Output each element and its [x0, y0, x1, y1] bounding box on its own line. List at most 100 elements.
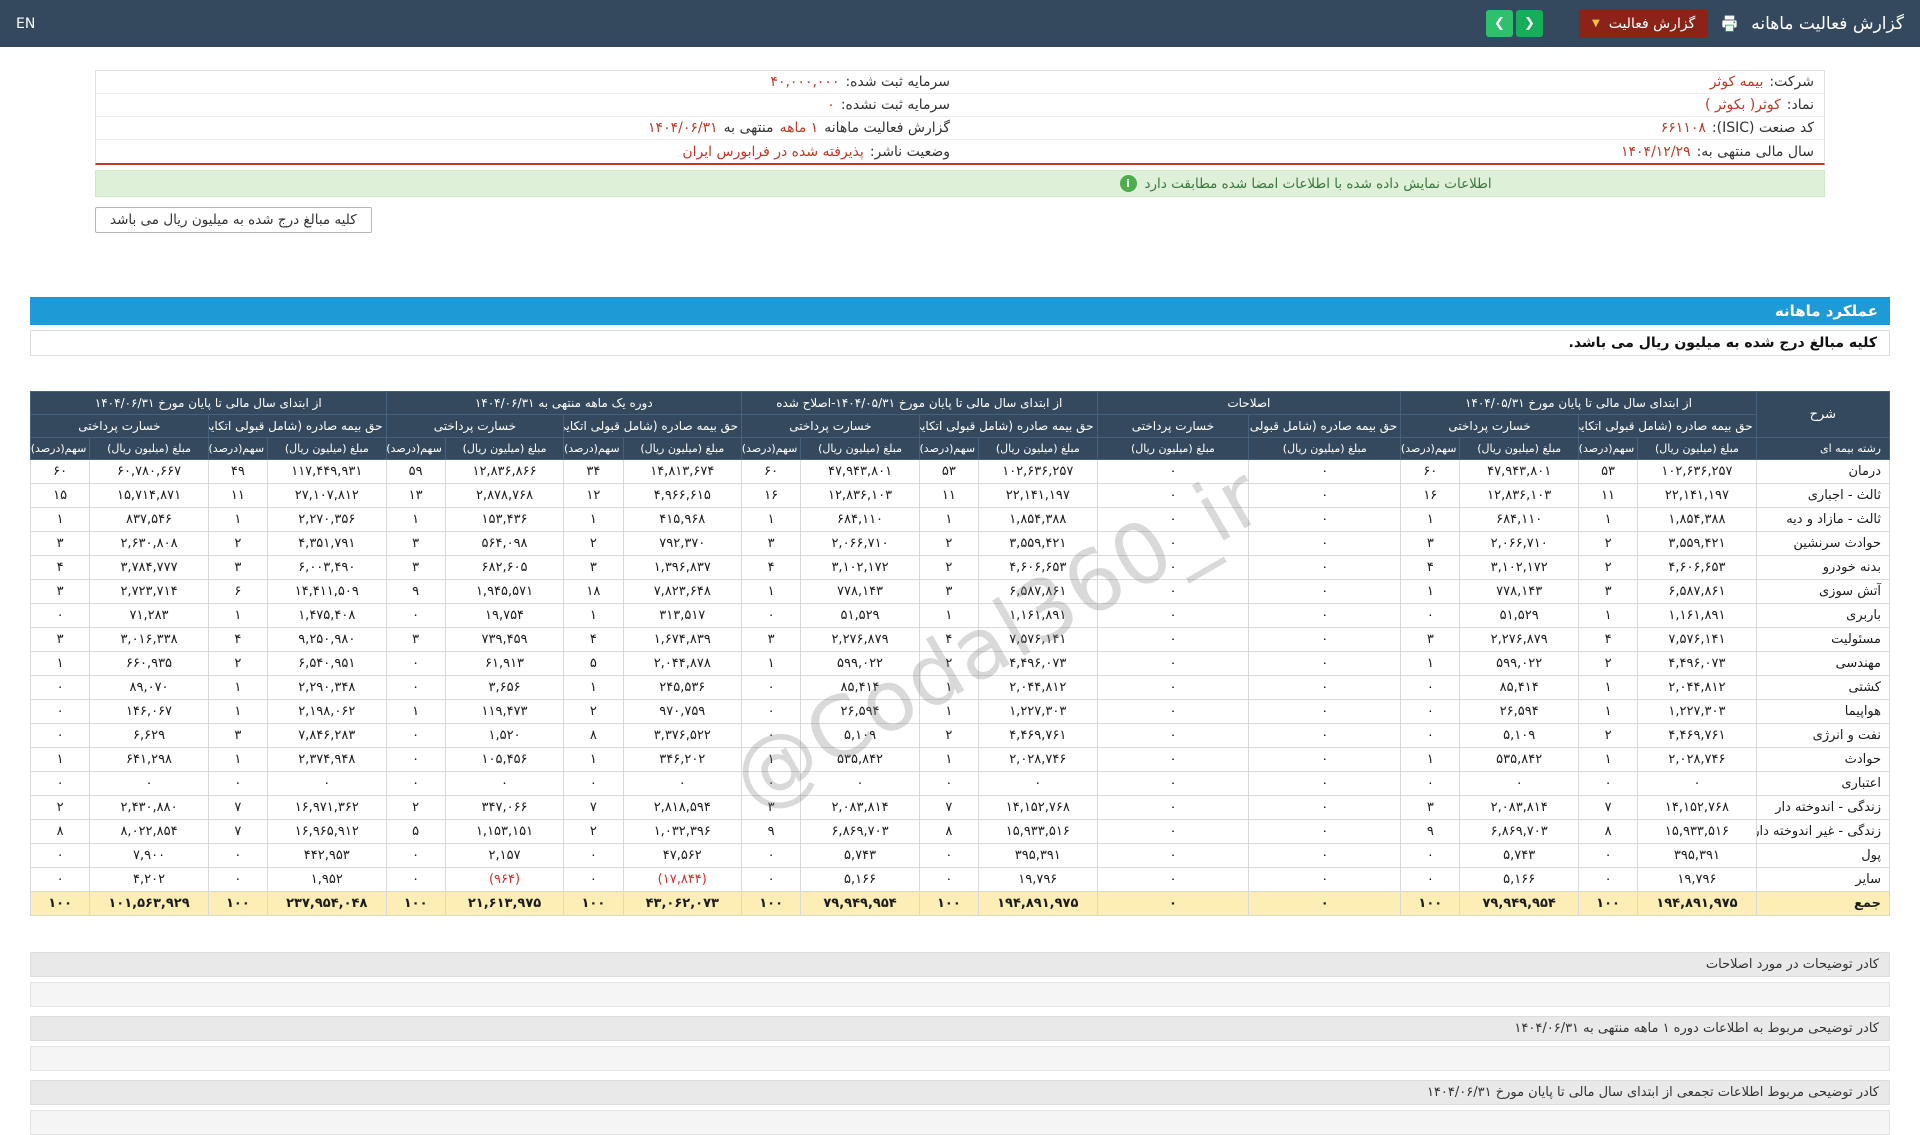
- unregistered-capital-label: سرمایه ثبت نشده:: [840, 97, 950, 113]
- value-cell: ۵۳۵,۸۴۲: [800, 747, 920, 772]
- unregistered-capital-cell: سرمایه ثبت نشده: ۰: [96, 94, 960, 116]
- value-cell: ۹: [741, 819, 802, 844]
- value-cell: ۰: [385, 651, 446, 676]
- value-cell: ۶,۵۸۷,۸۶۱: [978, 579, 1098, 604]
- value-cell: ۱: [1400, 579, 1461, 604]
- table-row: ثالث - مازاد و دیه ۱,۸۵۴,۳۸۸ ۱ ۶۸۴,۱۱۰ ۱ ۰ ۰ ۱,…: [29, 507, 1891, 532]
- language-toggle[interactable]: EN: [16, 16, 35, 32]
- nav-forward-button[interactable]: ❯: [1516, 10, 1543, 37]
- value-cell: ۳۴۶,۲۰۲: [622, 747, 743, 772]
- value-cell: ۷,۸۲۳,۶۴۸: [622, 579, 743, 604]
- value-cell: ۳: [1577, 579, 1639, 604]
- value-cell: ۱,۵۲۰: [444, 723, 565, 748]
- value-cell: ۲۲,۱۴۱,۱۹۷: [978, 483, 1098, 508]
- value-cell: ۲,۰۸۳,۸۱۴: [800, 795, 920, 820]
- report-period-value: ۱ ماهه: [779, 120, 819, 136]
- isic-value: ۶۶۱۱۰۸: [1660, 120, 1706, 136]
- value-cell: ۰: [1096, 555, 1250, 580]
- insurance-line-name: کشتی: [1755, 675, 1891, 700]
- value-cell: ۶۰,۷۸۰,۶۶۷: [89, 459, 209, 484]
- value-cell: ۴,۴۹۶,۰۷۳: [978, 651, 1098, 676]
- value-cell: ۵۱,۵۲۹: [800, 603, 920, 628]
- value-cell: ۱۳: [385, 483, 446, 508]
- value-cell: ۹۷۰,۷۵۹: [622, 699, 743, 724]
- value-cell: ۳: [1400, 531, 1461, 556]
- value-cell: ۴,۲۰۲: [89, 867, 209, 892]
- value-cell: ۳۴: [563, 459, 624, 484]
- value-cell: ۱۹,۷۵۴: [444, 603, 565, 628]
- insurance-line-name: سایر: [1755, 867, 1891, 892]
- value-cell: ۰: [1400, 771, 1461, 796]
- value-cell: ۱,۴۷۵,۴۰۸: [267, 603, 387, 628]
- header-share: سهم(درصد): [741, 437, 802, 460]
- value-cell: ۵۶۴,۰۹۸: [444, 531, 565, 556]
- value-cell: ۴: [1577, 627, 1639, 652]
- value-cell: ۵۳: [918, 459, 980, 484]
- chevron-down-icon: ▼: [1592, 17, 1600, 29]
- info-row: سال مالی منتهی به: ۱۴۰۴/۱۲/۲۹ وضعیت ناشر…: [96, 140, 1824, 163]
- value-cell: ۲: [918, 555, 980, 580]
- value-cell: ۶,۵۸۷,۸۶۱: [1637, 579, 1757, 604]
- value-cell: ۱۰۵,۴۵۶: [444, 747, 565, 772]
- report-type-select[interactable]: گزارش فعالیت ▼: [1579, 9, 1709, 38]
- value-cell: ۰: [1248, 867, 1402, 892]
- value-cell: ۰: [1248, 579, 1402, 604]
- table-header: شرح از ابتدای سال مالی تا پایان مورخ ۱۴۰…: [29, 391, 1891, 460]
- unregistered-capital-value: ۰: [827, 97, 835, 113]
- value-cell: ۲,۲۷۰,۳۵۶: [267, 507, 387, 532]
- value-cell: ۵۱,۵۲۹: [1459, 603, 1579, 628]
- value-cell: ۰: [918, 867, 980, 892]
- value-cell: ۰: [385, 771, 446, 796]
- value-cell: ۰: [385, 843, 446, 868]
- insurance-line-name: درمان: [1755, 459, 1891, 484]
- value-cell: ۱: [563, 675, 624, 700]
- value-cell: ۵۳۵,۸۴۲: [1459, 747, 1579, 772]
- value-cell: ۷۷۸,۱۴۳: [1459, 579, 1579, 604]
- value-cell: ۷۷۸,۱۴۳: [800, 579, 920, 604]
- value-cell: ۳,۷۸۴,۷۷۷: [89, 555, 209, 580]
- value-cell: ۳,۳۷۶,۵۲۲: [622, 723, 743, 748]
- fiscal-year-end-label: سال مالی منتهی به:: [1696, 143, 1814, 160]
- print-icon[interactable]: [1720, 14, 1739, 33]
- value-cell: ۵۳: [1577, 459, 1639, 484]
- header-amount: مبلغ (میلیون ریال): [622, 437, 743, 460]
- value-cell: ۱۰۰: [563, 891, 624, 916]
- value-cell: ۰: [1096, 699, 1250, 724]
- company-name-link[interactable]: بیمه کوثر: [1710, 74, 1764, 90]
- report-nav-buttons: ❯ ❮: [1486, 10, 1543, 37]
- nav-back-button[interactable]: ❮: [1486, 10, 1513, 37]
- value-cell: ۴: [1400, 555, 1461, 580]
- value-cell: ۰: [89, 771, 209, 796]
- value-cell: ۰: [29, 603, 91, 628]
- value-cell: ۳: [385, 531, 446, 556]
- note-box-cumulative: [30, 1110, 1890, 1135]
- value-cell: ۰: [918, 771, 980, 796]
- symbol-label: نماد:: [1786, 97, 1814, 113]
- value-cell: ۱۰۱,۵۶۳,۹۲۹: [89, 891, 209, 916]
- value-cell: ۱: [1577, 507, 1639, 532]
- value-cell: ۱۱۷,۴۴۹,۹۳۱: [267, 459, 387, 484]
- value-cell: ۴۹: [207, 459, 269, 484]
- value-cell: ۶۸۲,۶۰۵: [444, 555, 565, 580]
- value-cell: ۱: [207, 699, 269, 724]
- value-cell: ۴۷,۹۴۳,۸۰۱: [800, 459, 920, 484]
- value-cell: ۱: [207, 507, 269, 532]
- value-cell: ۱۶: [1400, 483, 1461, 508]
- info-row: نماد: کوثر( بکوثر ) سرمایه ثبت نشده: ۰: [96, 94, 1824, 117]
- header-amount: مبلغ (میلیون ریال): [1637, 437, 1757, 460]
- value-cell: ۱۵: [29, 483, 91, 508]
- value-cell: ۱۴,۸۱۳,۶۷۴: [622, 459, 743, 484]
- header-amount: مبلغ (میلیون ریال): [1459, 437, 1579, 460]
- symbol-link[interactable]: کوثر( بکوثر ): [1705, 97, 1781, 113]
- value-cell: ۲,۱۹۸,۰۶۲: [267, 699, 387, 724]
- value-cell: ۸۳۷,۵۴۶: [89, 507, 209, 532]
- value-cell: ۰: [385, 867, 446, 892]
- period-ending-date: ۱۴۰۴/۰۶/۳۱: [648, 120, 718, 136]
- value-cell: ۴: [29, 555, 91, 580]
- value-cell: (۱۷,۸۴۴): [622, 867, 743, 892]
- performance-table: شرح از ابتدای سال مالی تا پایان مورخ ۱۴۰…: [29, 391, 1891, 916]
- value-cell: ۰: [1400, 675, 1461, 700]
- value-cell: ۰: [1096, 603, 1250, 628]
- value-cell: ۱,۹۵۲: [267, 867, 387, 892]
- value-cell: ۲,۰۶۶,۷۱۰: [800, 531, 920, 556]
